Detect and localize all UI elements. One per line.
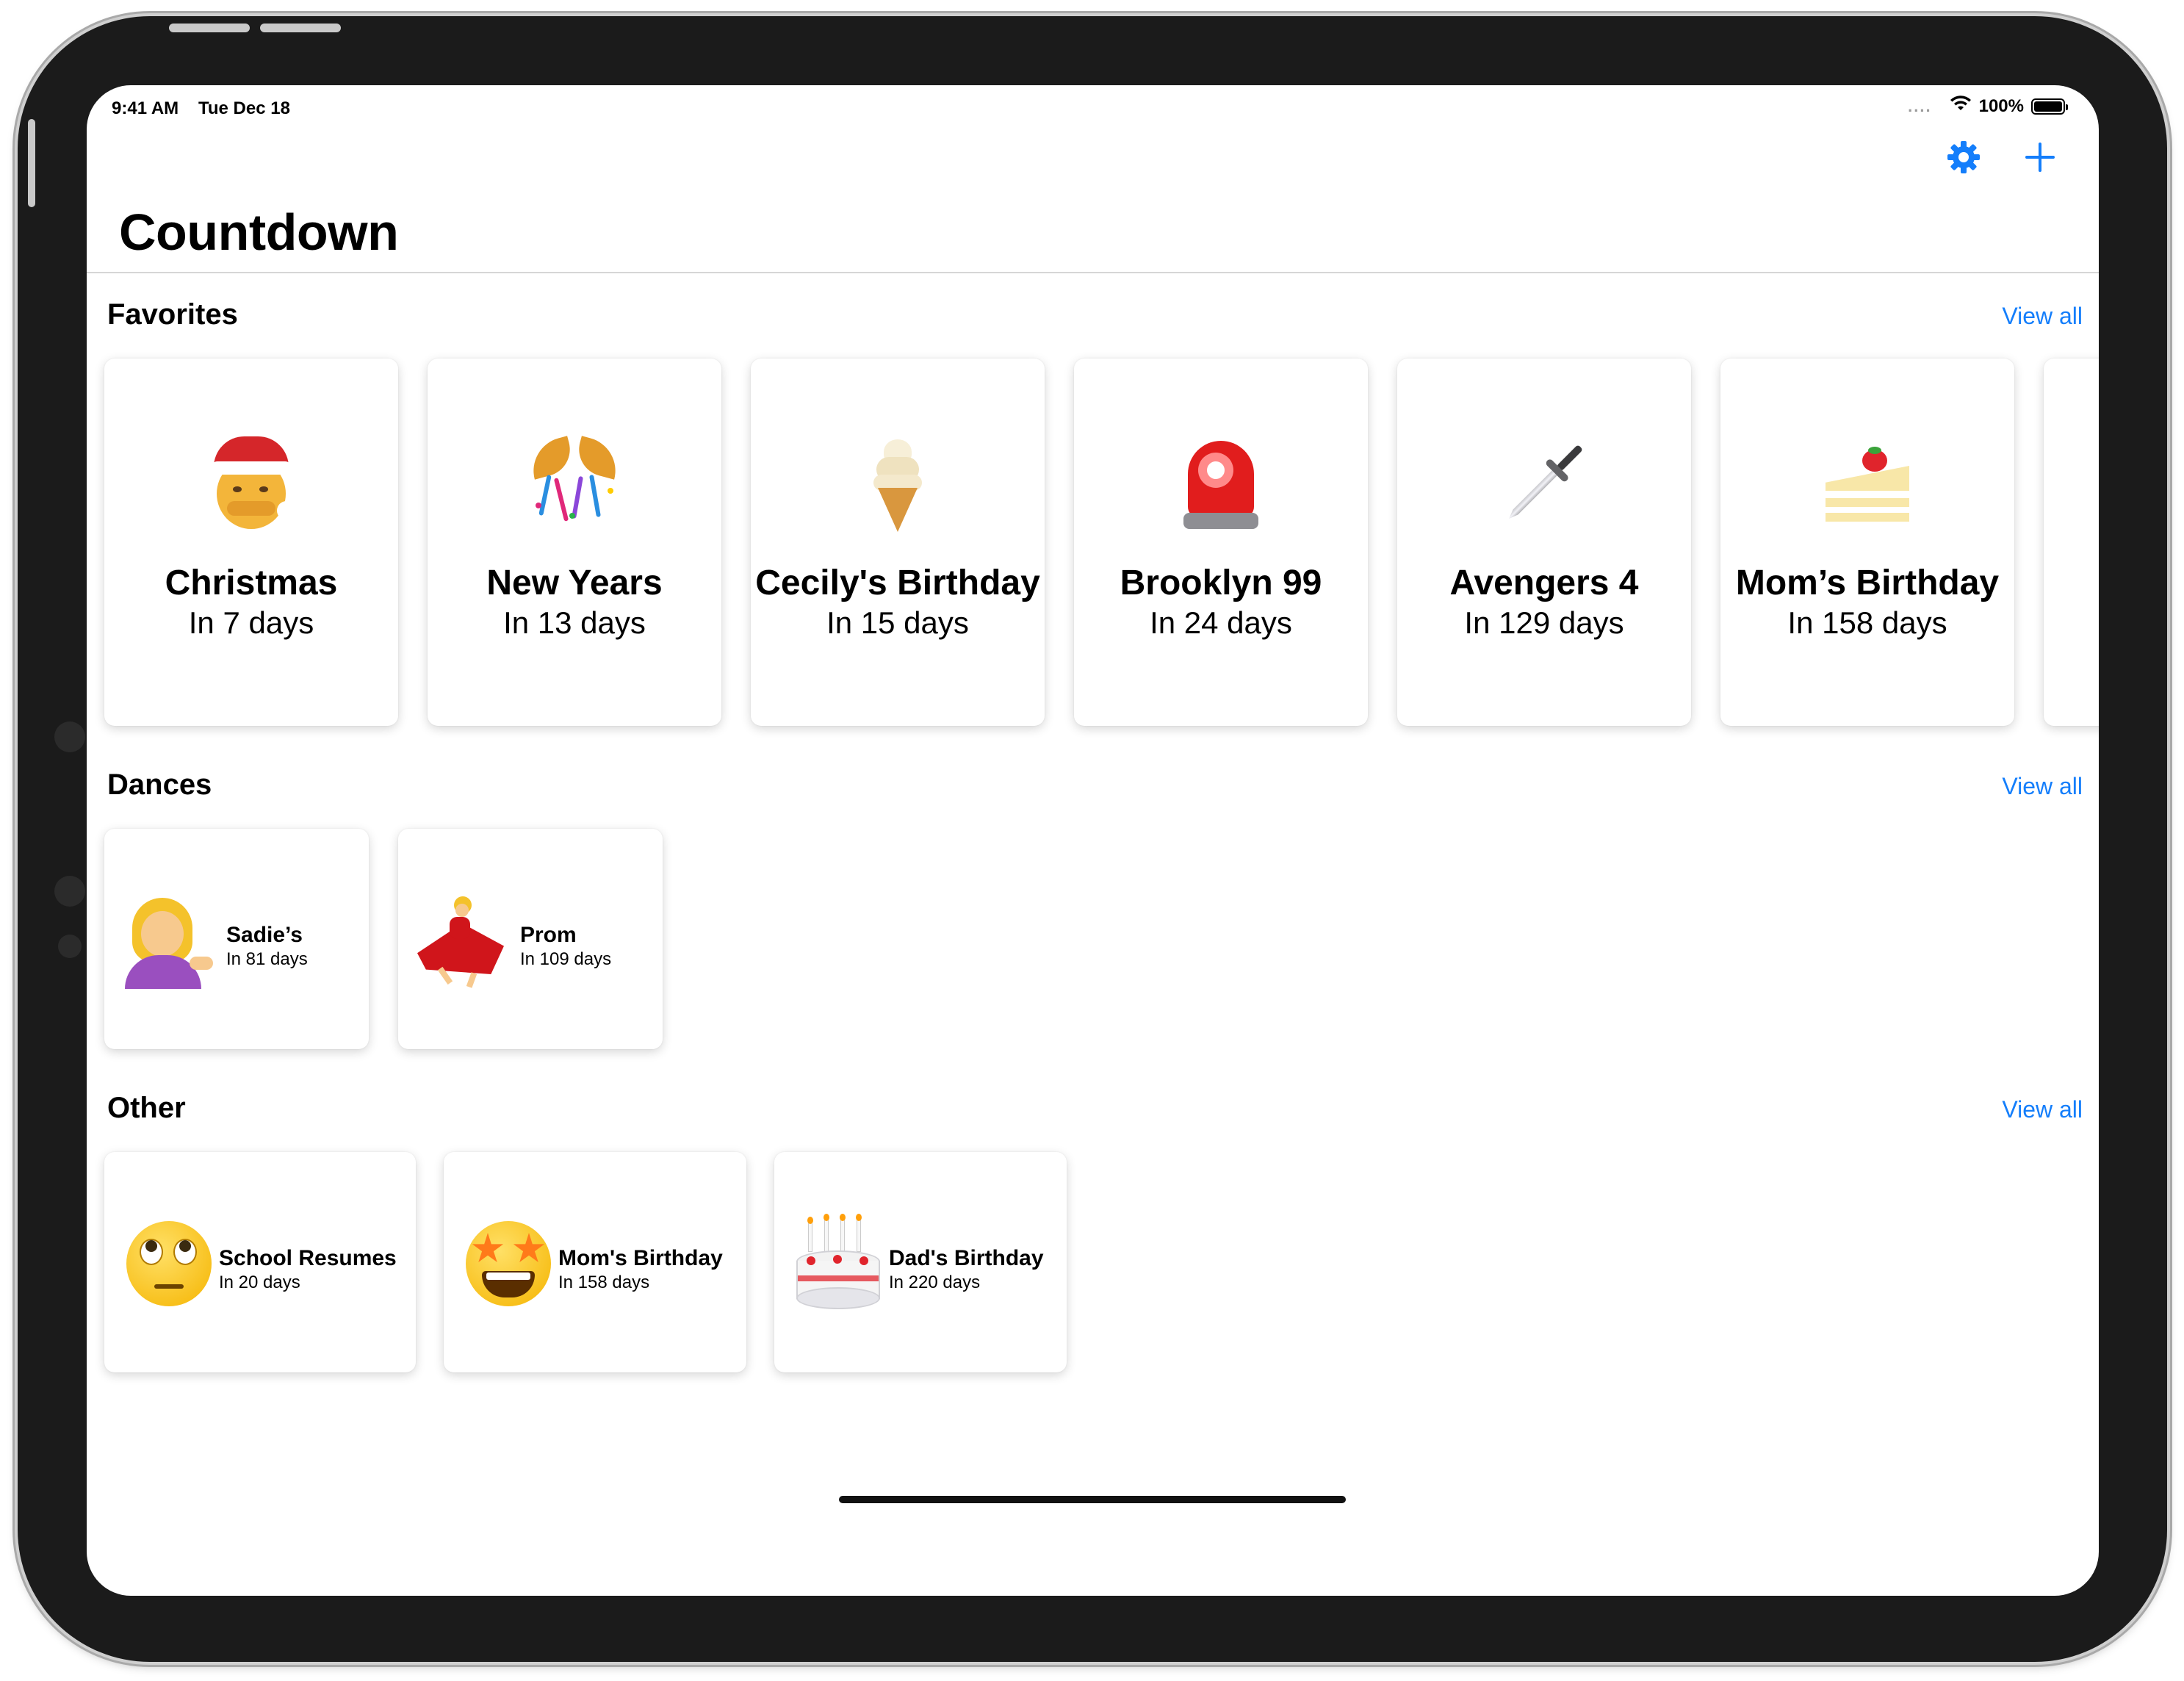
status-time: 9:41 AM <box>112 98 179 118</box>
view-all-favorites-link[interactable]: View all <box>2002 303 2083 330</box>
event-card-cecilys-birthday[interactable]: Cecily's Birthday In 15 days <box>751 359 1045 726</box>
event-days: In 13 days <box>503 605 646 640</box>
confetti-ball-emoji-icon <box>428 436 721 532</box>
event-name: Brooklyn 99 <box>1120 564 1322 602</box>
section-title-favorites: Favorites <box>107 298 238 331</box>
event-card-sadies[interactable]: Sadie’s In 81 days <box>104 829 369 1049</box>
event-card-moms-birthday[interactable]: Mom’s Birthday In 158 days <box>1720 359 2014 726</box>
woman-tipping-hand-emoji-icon <box>119 893 215 989</box>
event-card-avengers-4[interactable]: Avengers 4 In 129 days <box>1397 359 1691 726</box>
event-days: In 15 days <box>826 605 969 640</box>
event-card-christmas[interactable]: Christmas In 7 days <box>104 359 398 726</box>
view-all-other-link[interactable]: View all <box>2002 1096 2083 1123</box>
camera-sensor <box>54 721 85 752</box>
volume-button <box>260 24 341 32</box>
event-card-brooklyn-99[interactable]: Brooklyn 99 In 24 days <box>1074 359 1368 726</box>
santa-emoji-icon <box>104 436 398 532</box>
event-card-school-resumes[interactable]: School Resumes In 20 days <box>104 1152 416 1372</box>
event-name: Avengers 4 <box>1449 564 1639 602</box>
section-title-other: Other <box>107 1092 186 1124</box>
wifi-icon <box>1950 96 1972 117</box>
soft-ice-cream-emoji-icon <box>751 436 1045 532</box>
camera-sensor <box>58 935 82 958</box>
woman-dancing-emoji-icon <box>413 893 508 989</box>
police-light-emoji-icon <box>1074 436 1368 532</box>
battery-icon <box>2031 98 2068 115</box>
event-days: In 158 days <box>558 1273 650 1292</box>
event-name: School Resumes <box>219 1246 397 1270</box>
event-name: Dad's Birthday <box>889 1246 1044 1270</box>
dagger-emoji-icon <box>1397 436 1691 532</box>
signal-dots: .... <box>1908 96 1932 115</box>
event-days: In 109 days <box>520 949 612 969</box>
shortcake-emoji-icon <box>1720 436 2014 532</box>
status-date: Tue Dec 18 <box>198 98 290 118</box>
event-card-prom[interactable]: Prom In 109 days <box>398 829 663 1049</box>
page-title: Countdown <box>119 204 399 261</box>
event-name: Sadie’s <box>226 923 303 947</box>
gear-icon[interactable] <box>1943 137 1984 178</box>
status-bar: 9:41 AM Tue Dec 18 .... 100% <box>87 85 2099 129</box>
nav-divider <box>87 272 2099 273</box>
camera-sensor <box>54 876 85 907</box>
event-card-new-years[interactable]: New Years In 13 days <box>428 359 721 726</box>
event-days: In 81 days <box>226 949 308 969</box>
event-name: Christmas <box>165 564 338 602</box>
battery-percent: 100% <box>1978 96 2024 116</box>
event-days: In 20 days <box>219 1273 300 1292</box>
event-name: Mom’s Birthday <box>1735 564 2000 602</box>
event-days: In 158 days <box>1787 605 1947 640</box>
event-name: Cecily's Birthday <box>755 564 1040 602</box>
event-card-moms-birthday-other[interactable]: Mom's Birthday In 158 days <box>444 1152 746 1372</box>
event-name: Prom <box>520 923 577 947</box>
event-days: In 7 days <box>188 605 314 640</box>
birthday-cake-emoji-icon <box>792 1214 887 1312</box>
volume-button <box>169 24 250 32</box>
event-days: In 24 days <box>1150 605 1292 640</box>
star-struck-emoji-icon <box>461 1217 557 1312</box>
plus-icon[interactable] <box>2019 137 2061 178</box>
event-days: In 220 days <box>889 1273 981 1292</box>
event-card-dads-birthday[interactable]: Dad's Birthday In 220 days <box>774 1152 1067 1372</box>
screen: 9:41 AM Tue Dec 18 .... 100% Countdown F… <box>87 85 2099 1596</box>
event-name: Mom's Birthday <box>558 1246 723 1270</box>
eye-roll-emoji-icon <box>122 1217 217 1312</box>
event-name: New Years <box>486 564 663 602</box>
home-indicator[interactable] <box>839 1496 1346 1503</box>
section-title-dances: Dances <box>107 768 212 801</box>
view-all-dances-link[interactable]: View all <box>2002 773 2083 800</box>
event-days: In 129 days <box>1464 605 1624 640</box>
power-button <box>28 119 35 207</box>
event-card-partial[interactable] <box>2044 359 2099 726</box>
